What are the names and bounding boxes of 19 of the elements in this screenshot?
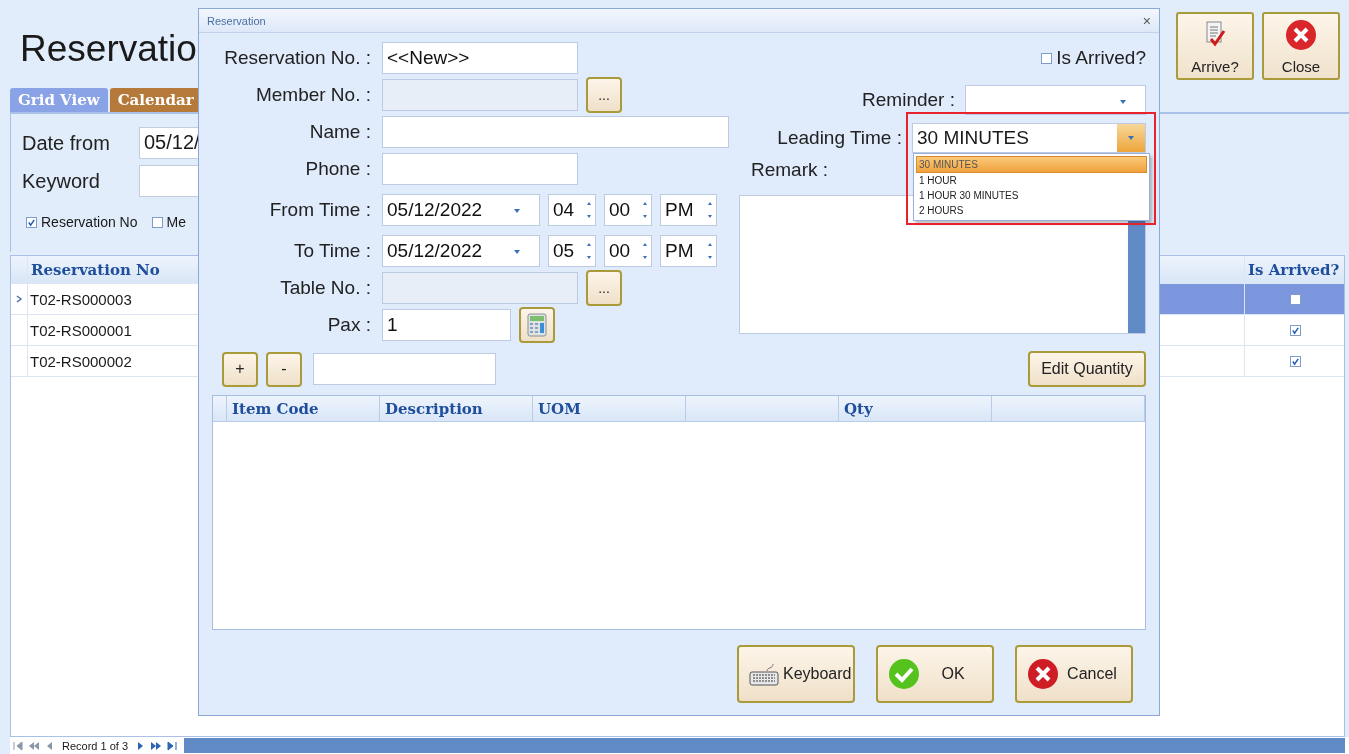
- page-title: Reservatio: [20, 27, 197, 71]
- field-label: From Time :: [268, 199, 371, 221]
- field-label: Pax :: [326, 314, 371, 336]
- field-label: To Time :: [292, 240, 371, 262]
- filter-label: Keyword: [21, 169, 101, 193]
- option-label: Reservation No: [41, 214, 138, 230]
- checkbox-label: Is Arrived?: [1056, 47, 1146, 69]
- field-label: Table No. :: [279, 277, 371, 299]
- field-label: Reminder :: [862, 89, 955, 111]
- field-label: Member No. :: [254, 84, 371, 106]
- field-label: Name :: [308, 121, 371, 143]
- option-label: Me: [166, 214, 186, 230]
- field-label: Leading Time :: [777, 127, 902, 149]
- filter-label: Date from: [21, 131, 111, 155]
- window-title: Reservation: [207, 14, 266, 27]
- field-label: Phone :: [304, 158, 371, 180]
- record-counter: Record 1 of 3: [62, 739, 129, 752]
- field-label: Reservation No. :: [223, 47, 371, 69]
- field-label: Remark :: [751, 158, 829, 182]
